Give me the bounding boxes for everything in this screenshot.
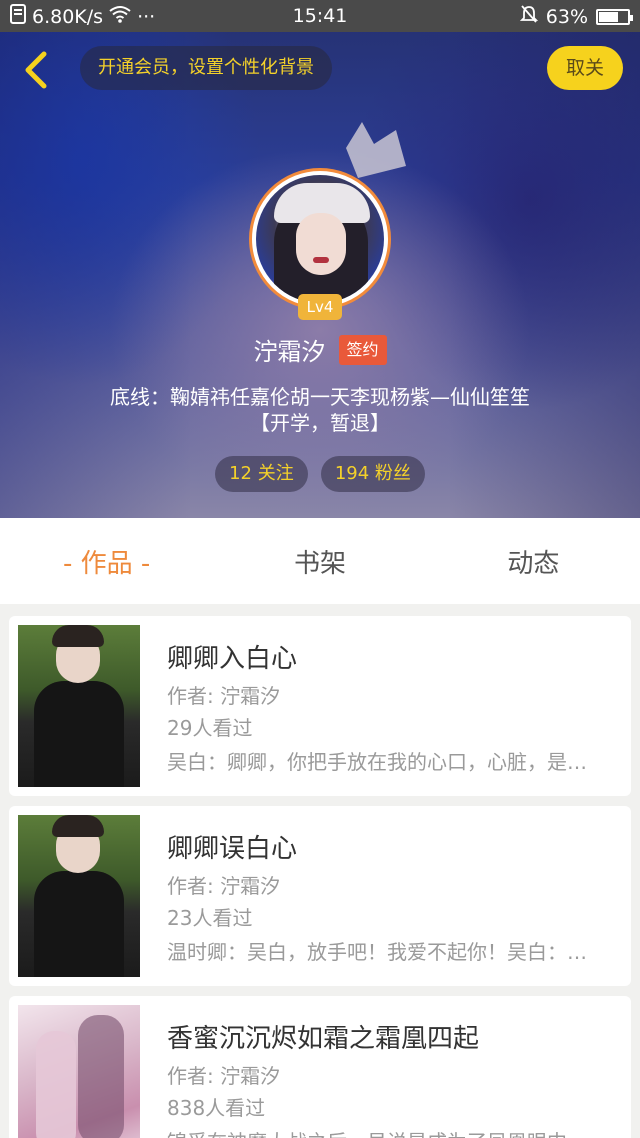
bio-line-2: 【开学，暂退】 <box>250 411 390 435</box>
stats-row: 12 关注 194 粉丝 <box>0 456 640 492</box>
tab-activity[interactable]: 动态 <box>427 518 640 604</box>
book-title: 卿卿误白心 <box>167 834 298 864</box>
battery-icon <box>596 8 633 25</box>
book-excerpt: 锦觅在神魔大战之后，虽说是成为了凤凰眼中… <box>167 1126 613 1138</box>
list-item[interactable]: 卿卿误白心 作者: 泞霜汐 23人看过 温时卿：吴白，放手吧！我爱不起你！吴白：… <box>9 806 631 986</box>
cover-figure-hair <box>52 815 104 837</box>
following-count[interactable]: 12 关注 <box>215 456 308 492</box>
avatar-face <box>296 213 346 275</box>
mute-bell-icon <box>519 4 538 29</box>
cover-figure-male <box>78 1015 124 1138</box>
vip-background-prompt[interactable]: 开通会员，设置个性化背景 <box>80 46 332 90</box>
tab-bookshelf[interactable]: 书架 <box>213 518 426 604</box>
book-views: 23人看过 <box>167 906 253 930</box>
avatar-lips <box>313 257 329 263</box>
status-bar: 6.80K/s ··· 15:41 63% <box>0 0 640 32</box>
list-item[interactable]: 香蜜沉沉烬如霜之霜凰四起 作者: 泞霜汐 838人看过 锦觅在神魔大战之后，虽说… <box>9 996 631 1138</box>
followers-count[interactable]: 194 粉丝 <box>320 456 425 492</box>
unfollow-button[interactable]: 取关 <box>547 46 623 90</box>
battery-fill <box>599 11 618 22</box>
level-badge: Lv4 <box>298 294 342 320</box>
book-views: 838人看过 <box>167 1096 266 1120</box>
book-author: 作者: 泞霜汐 <box>167 874 281 898</box>
book-title: 卿卿入白心 <box>167 644 298 674</box>
user-bio: 底线：鞠婧祎任嘉伦胡一天李现杨紫—仙仙笙笙 【开学，暂退】 <box>60 384 580 436</box>
book-excerpt: 吴白：卿卿，你把手放在我的心口，心脏，是… <box>167 750 587 774</box>
bio-line-1: 底线：鞠婧祎任嘉伦胡一天李现杨紫—仙仙笙笙 <box>110 385 530 409</box>
book-cover <box>18 815 140 977</box>
book-author: 作者: 泞霜汐 <box>167 1064 281 1088</box>
tab-works[interactable]: - 作品 - <box>0 518 213 604</box>
back-arrow-icon[interactable] <box>18 48 54 92</box>
status-right: 63% <box>519 4 633 29</box>
profile-tabs: - 作品 - 书架 动态 <box>0 518 640 604</box>
book-author: 作者: 泞霜汐 <box>167 684 281 708</box>
cover-figure-hair <box>52 625 104 647</box>
list-item[interactable]: 卿卿入白心 作者: 泞霜汐 29人看过 吴白：卿卿，你把手放在我的心口，心脏，是… <box>9 616 631 796</box>
cover-figure-female <box>36 1031 76 1138</box>
name-row: 泞霜汐 签约 <box>0 332 640 367</box>
battery-percent: 63% <box>545 5 588 28</box>
book-cover <box>18 625 140 787</box>
book-excerpt: 温时卿：吴白，放手吧！我爱不起你！吴白：… <box>167 940 587 964</box>
book-title: 香蜜沉沉烬如霜之霜凰四起 <box>167 1024 480 1054</box>
avatar-photo <box>256 175 384 303</box>
signed-badge: 签约 <box>338 334 387 365</box>
cover-figure-body <box>34 681 124 787</box>
book-views: 29人看过 <box>167 716 253 740</box>
user-name: 泞霜汐 <box>253 338 326 366</box>
avatar[interactable] <box>249 168 391 310</box>
book-cover <box>18 1005 140 1138</box>
cover-figure-body <box>34 871 124 977</box>
